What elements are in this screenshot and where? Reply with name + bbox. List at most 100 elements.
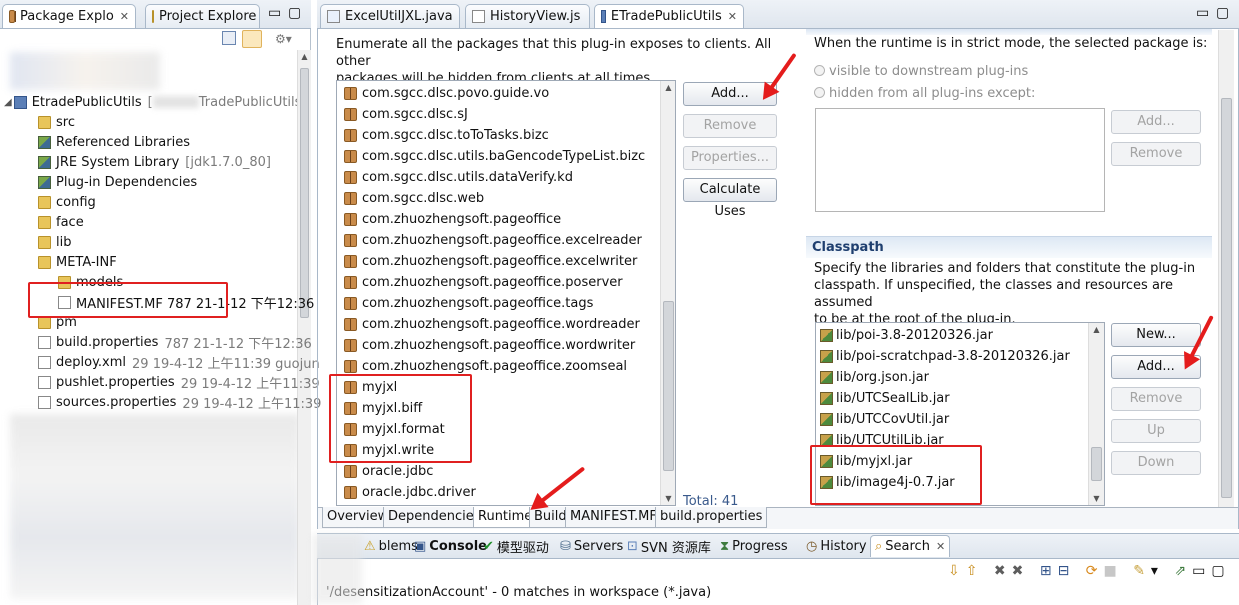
calculate-uses-button[interactable]: Calculate Uses <box>683 178 777 219</box>
classpath-item[interactable]: lib/poi-3.8-20120326.jar <box>816 325 1104 346</box>
search-history-icon[interactable]: ✎ <box>1133 563 1151 579</box>
classpath-label: lib/UTCSealLib.jar <box>836 391 950 406</box>
tree-item[interactable]: deploy.xml 29 19-4-12 上午11:39 guojun <box>38 352 320 372</box>
view-tab[interactable]: ✔ 模型驱动 <box>483 535 549 557</box>
classpath-scrollbar[interactable]: ▲ ▼ <box>1088 323 1104 505</box>
maximize-icon[interactable]: ▢ <box>1211 563 1230 579</box>
properties-file-icon <box>38 375 51 389</box>
package-item[interactable]: oracle.jdbc.driver <box>337 482 675 503</box>
package-item[interactable]: com.zhuozhengsoft.pageoffice.excelreader <box>337 230 675 251</box>
editor-scrollbar[interactable] <box>1218 30 1234 507</box>
classpath-up-button[interactable]: Up <box>1111 419 1201 443</box>
classpath-item[interactable]: lib/UTCCovUtil.jar <box>816 409 1104 430</box>
view-menu-icon[interactable]: ▾ <box>1151 563 1164 579</box>
next-match-icon[interactable]: ⇩ <box>948 563 966 579</box>
package-item[interactable]: com.sgcc.dlsc.utils.dataVerify.kd <box>337 167 675 188</box>
close-icon[interactable]: ✕ <box>120 10 129 23</box>
collapse-all-icon[interactable] <box>222 31 236 45</box>
package-label: com.zhuozhengsoft.pageoffice.zoomseal <box>362 359 628 374</box>
package-item[interactable]: com.zhuozhengsoft.pageoffice.wordreader <box>337 314 675 335</box>
tree-item[interactable]: Plug-in Dependencies <box>38 172 197 192</box>
classpath-item[interactable]: lib/org.json.jar <box>816 367 1104 388</box>
view-tab[interactable]: ⛁ Servers <box>560 535 623 557</box>
close-icon[interactable]: ✕ <box>728 10 737 23</box>
tree-item[interactable]: lib <box>38 232 71 252</box>
tab-project-explorer[interactable]: Project Explore <box>145 4 260 28</box>
classpath-new-button[interactable]: New... <box>1111 323 1201 347</box>
package-item[interactable]: com.zhuozhengsoft.pageoffice.excelwriter <box>337 251 675 272</box>
tree-project-row[interactable]: ◢ EtradePublicUtils [ TradePublicUtils] <box>4 92 307 112</box>
packages-properties-button[interactable]: Properties... <box>683 146 777 170</box>
package-item[interactable]: com.zhuozhengsoft.pageoffice.poserver <box>337 272 675 293</box>
packages-scrollbar-thumb[interactable] <box>663 301 674 471</box>
expand-all-icon[interactable]: ⊞ <box>1040 563 1058 579</box>
tab-build-properties[interactable]: build.properties <box>655 507 768 528</box>
package-item[interactable]: com.sgcc.dlsc.utils.baGencodeTypeList.bi… <box>337 146 675 167</box>
package-folder-icon <box>38 195 51 209</box>
tree-item[interactable]: face <box>38 212 84 232</box>
tab-etradepublicutils[interactable]: ETradePublicUtils ✕ <box>594 4 744 28</box>
tree-item[interactable]: JRE System Library [jdk1.7.0_80] <box>38 152 271 172</box>
view-tab[interactable]: ◷ History <box>806 535 867 557</box>
package-item[interactable]: com.zhuozhengsoft.pageoffice.wordwriter <box>337 335 675 356</box>
view-tab[interactable]: ⌕ Search ✕ <box>870 535 951 557</box>
visibility-plugin-list[interactable] <box>815 108 1105 212</box>
remove-all-icon[interactable]: ✖ <box>1012 563 1030 579</box>
tab-historyview[interactable]: HistoryView.js <box>465 4 590 28</box>
tree-scrollbar-thumb[interactable] <box>300 68 309 318</box>
pin-icon[interactable]: ⇗ <box>1174 563 1192 579</box>
visible-downstream-radio[interactable]: visible to downstream plug-ins <box>814 64 1028 79</box>
tree-item[interactable]: config <box>38 192 96 212</box>
tab-manifest-mf[interactable]: MANIFEST.MF <box>565 507 662 528</box>
view-tab[interactable]: ⧗ Progress <box>720 535 788 557</box>
collapse-all-icon[interactable]: ⊟ <box>1058 563 1076 579</box>
view-tab[interactable]: ▣ Console <box>414 535 487 557</box>
tree-item[interactable]: sources.properties 29 19-4-12 上午11:39 <box>38 392 321 412</box>
cancel-search-icon[interactable]: ■ <box>1104 563 1123 579</box>
previous-match-icon[interactable]: ⇧ <box>966 563 984 579</box>
package-item[interactable]: com.sgcc.dlsc.sJ <box>337 104 675 125</box>
maximize-icon[interactable]: ▢ <box>1216 5 1229 21</box>
maximize-icon[interactable]: ▢ <box>288 5 301 21</box>
packages-remove-button[interactable]: Remove <box>683 114 777 138</box>
tab-excelutiljxl[interactable]: ExcelUtilJXL.java <box>320 4 460 28</box>
package-item[interactable]: oracle.jdbc <box>337 461 675 482</box>
classpath-item[interactable]: lib/UTCSealLib.jar <box>816 388 1104 409</box>
package-item[interactable]: com.sgcc.dlsc.toToTasks.bizc <box>337 125 675 146</box>
editor-scrollbar-thumb[interactable] <box>1221 98 1232 498</box>
package-item[interactable]: com.sgcc.dlsc.web <box>337 188 675 209</box>
remove-match-icon[interactable]: ✖ <box>994 563 1012 579</box>
packages-scrollbar[interactable]: ▲ ▼ <box>660 81 675 505</box>
refresh-icon[interactable]: ⟳ <box>1086 563 1104 579</box>
visibility-section-header <box>806 29 1212 35</box>
package-label: com.zhuozhengsoft.pageoffice.wordwriter <box>362 338 636 353</box>
close-icon[interactable]: ✕ <box>936 540 945 553</box>
tree-item[interactable]: build.properties 787 21-1-12 下午12:36 <box>38 332 312 352</box>
view-tab-label: Progress <box>732 538 788 554</box>
view-tab[interactable]: ⚠ blems <box>364 535 418 557</box>
visibility-add-button[interactable]: Add... <box>1111 110 1201 134</box>
classpath-down-button[interactable]: Down <box>1111 451 1201 475</box>
tab-runtime[interactable]: Runtime <box>473 507 538 528</box>
tree-item[interactable]: Referenced Libraries <box>38 132 190 152</box>
view-tab[interactable]: ⊡ SVN 资源库 <box>627 535 711 557</box>
visibility-remove-button[interactable]: Remove <box>1111 142 1201 166</box>
minimize-icon[interactable]: ▭ <box>1196 5 1209 21</box>
tab-dependencies[interactable]: Dependencies <box>383 507 486 528</box>
minimize-icon[interactable]: ▭ <box>1192 563 1211 579</box>
package-item[interactable]: com.sgcc.dlsc.povo.guide.vo <box>337 83 675 104</box>
hidden-all-radio[interactable]: hidden from all plug-ins except: <box>814 86 1035 101</box>
tree-item[interactable]: src <box>38 112 75 132</box>
classpath-item[interactable]: lib/poi-scratchpad-3.8-20120326.jar <box>816 346 1104 367</box>
package-item[interactable]: com.zhuozhengsoft.pageoffice <box>337 209 675 230</box>
classpath-scrollbar-thumb[interactable] <box>1091 447 1102 481</box>
tree-scrollbar[interactable]: ▲ <box>297 50 311 605</box>
package-item[interactable]: com.zhuozhengsoft.pageoffice.tags <box>337 293 675 314</box>
tree-item[interactable]: META-INF <box>38 252 117 272</box>
minimize-icon[interactable]: ▭ <box>268 5 281 21</box>
classpath-remove-button[interactable]: Remove <box>1111 387 1201 411</box>
tab-package-explorer[interactable]: Package Explo ✕ <box>2 4 136 28</box>
link-with-editor-icon[interactable] <box>242 30 262 48</box>
view-menu-icon[interactable]: ⚙▾ <box>275 32 292 46</box>
tree-item[interactable]: pushlet.properties 29 19-4-12 上午11:39 <box>38 372 320 392</box>
